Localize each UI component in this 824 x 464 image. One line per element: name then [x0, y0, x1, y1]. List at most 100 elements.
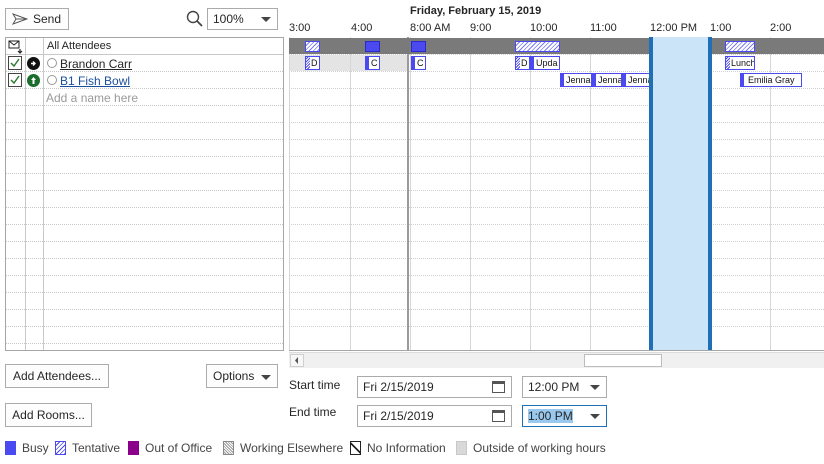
- appointment-label: Lunch: [731, 58, 755, 68]
- legend-label: Out of Office: [145, 441, 213, 455]
- add-name-row[interactable]: Add a name here: [6, 89, 283, 106]
- appointment-label: Jenna: [628, 75, 649, 85]
- start-date-value: Fri 2/15/2019: [363, 380, 434, 394]
- scroll-left-button[interactable]: [290, 354, 304, 367]
- appointment-label: D: [311, 58, 318, 68]
- appointment[interactable]: D: [305, 56, 320, 70]
- chevron-down-icon: [590, 414, 600, 419]
- appointment[interactable]: Jenna: [592, 73, 622, 87]
- time-label: 1:00: [710, 22, 732, 34]
- appointment-label: Upda: [536, 58, 558, 68]
- send-label: Send: [33, 12, 62, 26]
- outside-hours-swatch: [456, 441, 467, 455]
- resource-attendee-icon[interactable]: [27, 74, 40, 87]
- chevron-left-icon: [295, 357, 298, 364]
- attendee-name[interactable]: B1 Fish Bowl: [60, 74, 130, 88]
- chevron-down-icon: [261, 375, 271, 380]
- appointment[interactable]: Upda: [530, 56, 560, 70]
- appointment[interactable]: Emilia Gray: [740, 73, 802, 87]
- no-information-swatch: [350, 441, 361, 455]
- zoom-value: 100%: [213, 12, 244, 26]
- legend-label: Outside of working hours: [473, 441, 606, 455]
- chevron-down-icon: [261, 17, 271, 22]
- legend-label: Busy: [22, 441, 49, 455]
- tentative-block: [725, 41, 755, 52]
- start-time-label: Start time: [289, 378, 341, 392]
- appointment-label: Jenna: [598, 75, 622, 85]
- send-icon: [12, 13, 28, 25]
- working-elsewhere-swatch: [223, 441, 234, 455]
- required-attendee-icon[interactable]: [27, 57, 40, 70]
- time-label: 3:00: [289, 22, 311, 34]
- chevron-down-icon: [590, 385, 600, 390]
- legend-label: No Information: [367, 441, 446, 455]
- legend-label: Tentative: [72, 441, 121, 455]
- appointment[interactable]: Jenna: [560, 73, 592, 87]
- all-attendees-row: All Attendees: [6, 38, 283, 55]
- attendee-list: All Attendees Brandon Carr B1 Fish Bowl …: [5, 37, 284, 351]
- zoom-icon[interactable]: [184, 8, 206, 30]
- appointment[interactable]: Lunch: [725, 56, 755, 70]
- busy-swatch: [5, 441, 16, 455]
- send-button[interactable]: Send: [5, 8, 69, 30]
- start-time-value: 12:00 PM: [528, 380, 580, 394]
- checkbox[interactable]: [8, 73, 22, 87]
- add-name-input[interactable]: Add a name here: [46, 91, 138, 105]
- envelope-response-icon: [8, 40, 23, 54]
- appointment[interactable]: Jenna: [622, 73, 650, 87]
- end-time-select[interactable]: 1:00 PM: [522, 405, 607, 427]
- scroll-thumb[interactable]: [584, 354, 662, 367]
- time-label: 11:00: [590, 22, 617, 34]
- calendar-icon[interactable]: [492, 410, 505, 422]
- busy-block: [365, 41, 380, 52]
- end-time-value: 1:00 PM: [528, 409, 573, 423]
- tentative-swatch: [55, 441, 66, 455]
- appointment[interactable]: C: [411, 56, 426, 70]
- checkbox[interactable]: [8, 56, 22, 70]
- legend-busy: Busy: [5, 441, 49, 455]
- status-circle-icon: [47, 75, 57, 85]
- end-date-field[interactable]: Fri 2/15/2019: [357, 405, 512, 427]
- attendee-row[interactable]: Brandon Carr: [6, 55, 283, 72]
- busy-block: [411, 41, 426, 52]
- start-time-select[interactable]: 12:00 PM: [522, 376, 607, 398]
- legend-out-of-office: Out of Office: [128, 441, 212, 455]
- time-label: 8:00 AM: [410, 22, 451, 34]
- add-rooms-button[interactable]: Add Rooms...: [5, 403, 92, 427]
- appointment-label: C: [417, 58, 424, 68]
- date-header: Friday, February 15, 2019: [410, 5, 542, 17]
- attendee-row[interactable]: B1 Fish Bowl: [6, 72, 283, 89]
- add-rooms-label: Add Rooms...: [12, 408, 85, 422]
- end-date-value: Fri 2/15/2019: [363, 409, 434, 423]
- options-label: Options: [213, 369, 255, 383]
- legend-working-elsewhere: Working Elsewhere: [223, 441, 343, 455]
- status-circle-icon: [47, 58, 57, 68]
- zoom-select[interactable]: 100%: [207, 8, 278, 30]
- legend-tentative: Tentative: [55, 441, 120, 455]
- add-attendees-label: Add Attendees...: [12, 369, 102, 383]
- calendar-icon[interactable]: [492, 381, 505, 393]
- selected-time-range[interactable]: [649, 37, 712, 350]
- time-label: 9:00: [470, 22, 492, 34]
- time-label: 2:00: [770, 22, 792, 34]
- appointment[interactable]: C: [365, 56, 380, 70]
- appointment-label: Emilia Gray: [748, 75, 795, 85]
- attendee-name[interactable]: Brandon Carr: [60, 57, 132, 71]
- time-label: 10:00: [530, 22, 558, 34]
- legend-label: Working Elsewhere: [240, 441, 344, 455]
- appointment-label: D: [521, 58, 528, 68]
- add-attendees-button[interactable]: Add Attendees...: [5, 364, 109, 388]
- time-label: 12:00 PM: [650, 22, 698, 34]
- tentative-block: [305, 41, 320, 52]
- options-button[interactable]: Options: [206, 364, 278, 388]
- time-label: 4:00: [351, 22, 373, 34]
- start-date-field[interactable]: Fri 2/15/2019: [357, 376, 512, 398]
- all-attendees-label: All Attendees: [47, 40, 112, 52]
- tentative-block: [515, 41, 560, 52]
- schedule-grid[interactable]: Friday, February 15, 2019 3:00 4:00 8:00…: [289, 0, 824, 351]
- appointment-label: C: [371, 58, 378, 68]
- appointment[interactable]: D: [515, 56, 530, 70]
- horizontal-scrollbar[interactable]: [289, 352, 824, 368]
- legend-outside-hours: Outside of working hours: [456, 441, 606, 455]
- appointment-label: Jenna: [566, 75, 591, 85]
